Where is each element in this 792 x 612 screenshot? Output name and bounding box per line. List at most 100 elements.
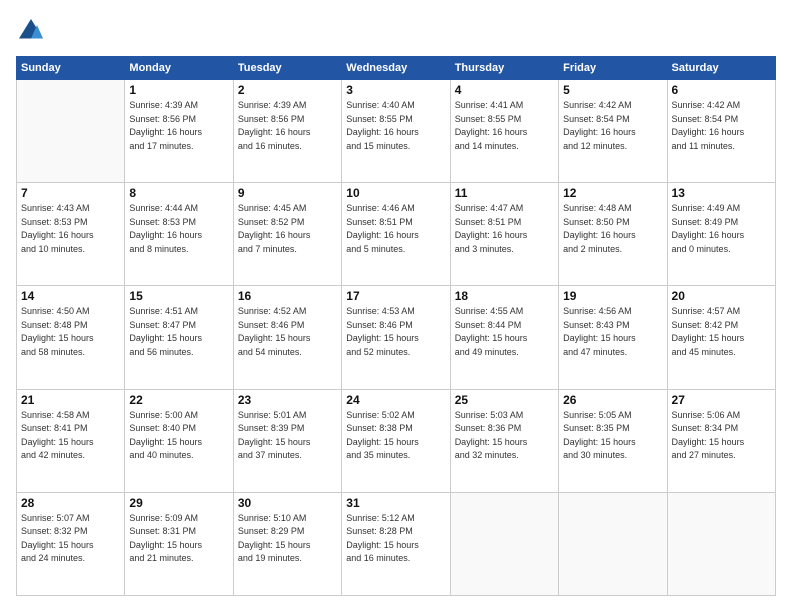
day-info: Sunrise: 4:45 AM Sunset: 8:52 PM Dayligh…: [238, 202, 337, 256]
day-info: Sunrise: 5:05 AM Sunset: 8:35 PM Dayligh…: [563, 409, 662, 463]
calendar-cell: 11 Sunrise: 4:47 AM Sunset: 8:51 PM Dayli…: [450, 183, 558, 286]
day-info: Sunrise: 4:52 AM Sunset: 8:46 PM Dayligh…: [238, 305, 337, 359]
calendar-cell: 16 Sunrise: 4:52 AM Sunset: 8:46 PM Dayli…: [233, 286, 341, 389]
calendar-cell: 21Sunrise: 4:58 AM Sunset: 8:41 PM Dayli…: [17, 389, 125, 492]
day-info: Sunrise: 4:39 AM Sunset: 8:56 PM Dayligh…: [129, 99, 228, 153]
day-number: 9: [238, 186, 337, 200]
day-number: 14: [21, 289, 120, 303]
day-header-saturday: Saturday: [667, 57, 775, 80]
day-info: Sunrise: 4:49 AM Sunset: 8:49 PM Dayligh…: [672, 202, 771, 256]
day-info: Sunrise: 4:46 AM Sunset: 8:51 PM Dayligh…: [346, 202, 445, 256]
day-number: 24: [346, 393, 445, 407]
calendar-cell: 22 Sunrise: 5:00 AM Sunset: 8:40 PM Dayli…: [125, 389, 233, 492]
day-header-thursday: Thursday: [450, 57, 558, 80]
day-number: 15: [129, 289, 228, 303]
day-info: Sunrise: 4:51 AM Sunset: 8:47 PM Dayligh…: [129, 305, 228, 359]
calendar-cell: [450, 492, 558, 595]
calendar-cell: [559, 492, 667, 595]
calendar-cell: 26 Sunrise: 5:05 AM Sunset: 8:35 PM Dayli…: [559, 389, 667, 492]
calendar-cell: 5 Sunrise: 4:42 AM Sunset: 8:54 PM Daylig…: [559, 80, 667, 183]
day-info: Sunrise: 4:41 AM Sunset: 8:55 PM Dayligh…: [455, 99, 554, 153]
day-number: 19: [563, 289, 662, 303]
day-number: 22: [129, 393, 228, 407]
calendar-cell: 31 Sunrise: 5:12 AM Sunset: 8:28 PM Dayli…: [342, 492, 450, 595]
day-number: 26: [563, 393, 662, 407]
day-number: 5: [563, 83, 662, 97]
calendar-header-row: SundayMondayTuesdayWednesdayThursdayFrid…: [17, 57, 776, 80]
day-number: 8: [129, 186, 228, 200]
day-number: 27: [672, 393, 771, 407]
calendar-week-3: 14Sunrise: 4:50 AM Sunset: 8:48 PM Dayli…: [17, 286, 776, 389]
calendar-cell: 14Sunrise: 4:50 AM Sunset: 8:48 PM Dayli…: [17, 286, 125, 389]
calendar-week-1: 1Sunrise: 4:39 AM Sunset: 8:56 PM Daylig…: [17, 80, 776, 183]
calendar-cell: 2Sunrise: 4:39 AM Sunset: 8:56 PM Daylig…: [233, 80, 341, 183]
calendar-cell: 19 Sunrise: 4:56 AM Sunset: 8:43 PM Dayli…: [559, 286, 667, 389]
day-number: 20: [672, 289, 771, 303]
day-info: Sunrise: 4:53 AM Sunset: 8:46 PM Dayligh…: [346, 305, 445, 359]
calendar-cell: 3 Sunrise: 4:40 AM Sunset: 8:55 PM Daylig…: [342, 80, 450, 183]
calendar-cell: 8Sunrise: 4:44 AM Sunset: 8:53 PM Daylig…: [125, 183, 233, 286]
day-number: 25: [455, 393, 554, 407]
calendar-cell: 30 Sunrise: 5:10 AM Sunset: 8:29 PM Dayli…: [233, 492, 341, 595]
day-info: Sunrise: 4:55 AM Sunset: 8:44 PM Dayligh…: [455, 305, 554, 359]
day-number: 12: [563, 186, 662, 200]
day-number: 7: [21, 186, 120, 200]
day-number: 11: [455, 186, 554, 200]
day-number: 29: [129, 496, 228, 510]
day-number: 10: [346, 186, 445, 200]
day-info: Sunrise: 4:48 AM Sunset: 8:50 PM Dayligh…: [563, 202, 662, 256]
day-info: Sunrise: 5:10 AM Sunset: 8:29 PM Dayligh…: [238, 512, 337, 566]
day-info: Sunrise: 5:09 AM Sunset: 8:31 PM Dayligh…: [129, 512, 228, 566]
day-number: 23: [238, 393, 337, 407]
day-info: Sunrise: 4:57 AM Sunset: 8:42 PM Dayligh…: [672, 305, 771, 359]
calendar-cell: 23 Sunrise: 5:01 AM Sunset: 8:39 PM Dayli…: [233, 389, 341, 492]
day-info: Sunrise: 5:06 AM Sunset: 8:34 PM Dayligh…: [672, 409, 771, 463]
calendar-cell: 24Sunrise: 5:02 AM Sunset: 8:38 PM Dayli…: [342, 389, 450, 492]
calendar-cell: [667, 492, 775, 595]
day-info: Sunrise: 5:07 AM Sunset: 8:32 PM Dayligh…: [21, 512, 120, 566]
calendar-cell: 18 Sunrise: 4:55 AM Sunset: 8:44 PM Dayli…: [450, 286, 558, 389]
logo: [16, 16, 50, 46]
calendar-week-5: 28Sunrise: 5:07 AM Sunset: 8:32 PM Dayli…: [17, 492, 776, 595]
day-info: Sunrise: 5:01 AM Sunset: 8:39 PM Dayligh…: [238, 409, 337, 463]
day-header-monday: Monday: [125, 57, 233, 80]
calendar-cell: 6 Sunrise: 4:42 AM Sunset: 8:54 PM Daylig…: [667, 80, 775, 183]
day-number: 17: [346, 289, 445, 303]
calendar-cell: 13Sunrise: 4:49 AM Sunset: 8:49 PM Dayli…: [667, 183, 775, 286]
calendar-cell: 12 Sunrise: 4:48 AM Sunset: 8:50 PM Dayli…: [559, 183, 667, 286]
day-number: 6: [672, 83, 771, 97]
day-info: Sunrise: 5:00 AM Sunset: 8:40 PM Dayligh…: [129, 409, 228, 463]
day-header-tuesday: Tuesday: [233, 57, 341, 80]
day-number: 3: [346, 83, 445, 97]
day-info: Sunrise: 4:43 AM Sunset: 8:53 PM Dayligh…: [21, 202, 120, 256]
logo-icon: [16, 16, 46, 46]
calendar-table: SundayMondayTuesdayWednesdayThursdayFrid…: [16, 56, 776, 596]
day-info: Sunrise: 4:40 AM Sunset: 8:55 PM Dayligh…: [346, 99, 445, 153]
day-number: 30: [238, 496, 337, 510]
day-info: Sunrise: 4:56 AM Sunset: 8:43 PM Dayligh…: [563, 305, 662, 359]
day-info: Sunrise: 4:42 AM Sunset: 8:54 PM Dayligh…: [563, 99, 662, 153]
calendar-week-2: 7 Sunrise: 4:43 AM Sunset: 8:53 PM Daylig…: [17, 183, 776, 286]
header: [16, 16, 776, 46]
calendar-cell: 10 Sunrise: 4:46 AM Sunset: 8:51 PM Dayli…: [342, 183, 450, 286]
calendar-cell: 4 Sunrise: 4:41 AM Sunset: 8:55 PM Daylig…: [450, 80, 558, 183]
calendar-cell: 29 Sunrise: 5:09 AM Sunset: 8:31 PM Dayli…: [125, 492, 233, 595]
page: SundayMondayTuesdayWednesdayThursdayFrid…: [0, 0, 792, 612]
day-number: 31: [346, 496, 445, 510]
day-info: Sunrise: 5:12 AM Sunset: 8:28 PM Dayligh…: [346, 512, 445, 566]
day-info: Sunrise: 4:47 AM Sunset: 8:51 PM Dayligh…: [455, 202, 554, 256]
calendar-cell: 17 Sunrise: 4:53 AM Sunset: 8:46 PM Dayli…: [342, 286, 450, 389]
day-number: 21: [21, 393, 120, 407]
day-number: 2: [238, 83, 337, 97]
calendar-cell: [17, 80, 125, 183]
day-number: 16: [238, 289, 337, 303]
calendar-cell: 7 Sunrise: 4:43 AM Sunset: 8:53 PM Daylig…: [17, 183, 125, 286]
day-info: Sunrise: 4:42 AM Sunset: 8:54 PM Dayligh…: [672, 99, 771, 153]
calendar-cell: 9 Sunrise: 4:45 AM Sunset: 8:52 PM Daylig…: [233, 183, 341, 286]
day-header-sunday: Sunday: [17, 57, 125, 80]
day-number: 4: [455, 83, 554, 97]
day-header-wednesday: Wednesday: [342, 57, 450, 80]
day-info: Sunrise: 5:03 AM Sunset: 8:36 PM Dayligh…: [455, 409, 554, 463]
calendar-cell: 27 Sunrise: 5:06 AM Sunset: 8:34 PM Dayli…: [667, 389, 775, 492]
day-number: 18: [455, 289, 554, 303]
